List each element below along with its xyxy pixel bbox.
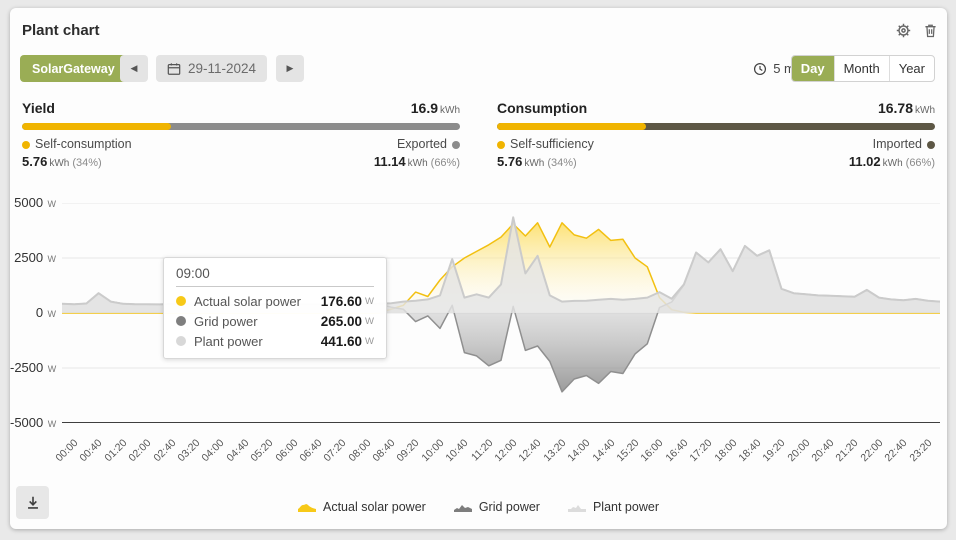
tooltip-time: 09:00 [176,266,374,287]
x-axis-labels: 00:0000:4001:2002:0002:4003:2004:0004:40… [62,429,940,477]
legend-item-solar[interactable]: Actual solar power [298,500,426,514]
y-axis-labels: 5000 W2500 W0 W-2500 W-5000 W [10,203,56,423]
date-value: 29-11-2024 [188,61,256,76]
page-title: Plant chart [22,22,100,39]
consumption-title: Consumption [497,100,587,116]
gateway-button[interactable]: SolarGateway [20,55,127,82]
consumption-total: 16.78kWh [878,100,935,116]
consumption-left-value: 5.76kWh(34%) [497,154,577,169]
consumption-right-value: 11.02kWh(66%) [849,154,935,169]
consumption-left-label: Self-sufficiency [497,137,594,151]
tooltip-row: Plant power441.60W [164,331,386,351]
y-tick-label: 5000 W [10,194,56,212]
solar-area-icon [298,501,316,513]
y-tick-label: 0 W [10,304,56,322]
tab-day[interactable]: Day [792,56,834,81]
yield-left-value: 5.76kWh(34%) [22,154,102,169]
y-tick-label: -5000 W [10,414,56,432]
chart-tooltip: 09:00 Actual solar power176.60WGrid powe… [163,257,387,359]
prev-day-button[interactable]: ◀ [120,55,148,82]
plant-chart-card: Plant chart SolarGateway ◀ 29-11-2024 ▶ [10,8,947,529]
header-actions [894,21,939,39]
view-tabs: Day Month Year [791,55,935,82]
chart-legend: Actual solar power Grid power Plant powe… [10,500,947,514]
yield-right-value: 11.14kWh(66%) [374,154,460,169]
yield-summary: Yield 16.9kWh Self-consumption Exported … [22,100,460,169]
tab-month[interactable]: Month [834,56,889,81]
y-tick-label: -2500 W [10,359,56,377]
summary-section: Yield 16.9kWh Self-consumption Exported … [22,100,935,169]
grid-area-icon [454,501,472,513]
plant-area-icon [568,501,586,513]
calendar-icon [167,62,181,76]
download-icon [24,494,42,512]
yield-left-label: Self-consumption [22,137,132,151]
legend-item-grid[interactable]: Grid power [454,500,540,514]
yield-right-label: Exported [397,137,460,151]
trash-icon[interactable] [921,21,939,39]
download-button[interactable] [16,486,49,519]
consumption-summary: Consumption 16.78kWh Self-sufficiency Im… [497,100,935,169]
yield-total: 16.9kWh [411,100,460,116]
next-day-button[interactable]: ▶ [276,55,304,82]
clock-icon [753,62,767,76]
consumption-split-bar [497,123,935,130]
tab-year[interactable]: Year [889,56,934,81]
gear-icon[interactable] [894,21,912,39]
legend-item-plant[interactable]: Plant power [568,500,659,514]
date-picker-button[interactable]: 29-11-2024 [156,55,267,82]
yield-split-bar [22,123,460,130]
tooltip-row: Grid power265.00W [164,311,386,331]
y-tick-label: 2500 W [10,249,56,267]
tooltip-row: Actual solar power176.60W [164,291,386,311]
consumption-right-label: Imported [873,137,935,151]
yield-title: Yield [22,100,55,116]
